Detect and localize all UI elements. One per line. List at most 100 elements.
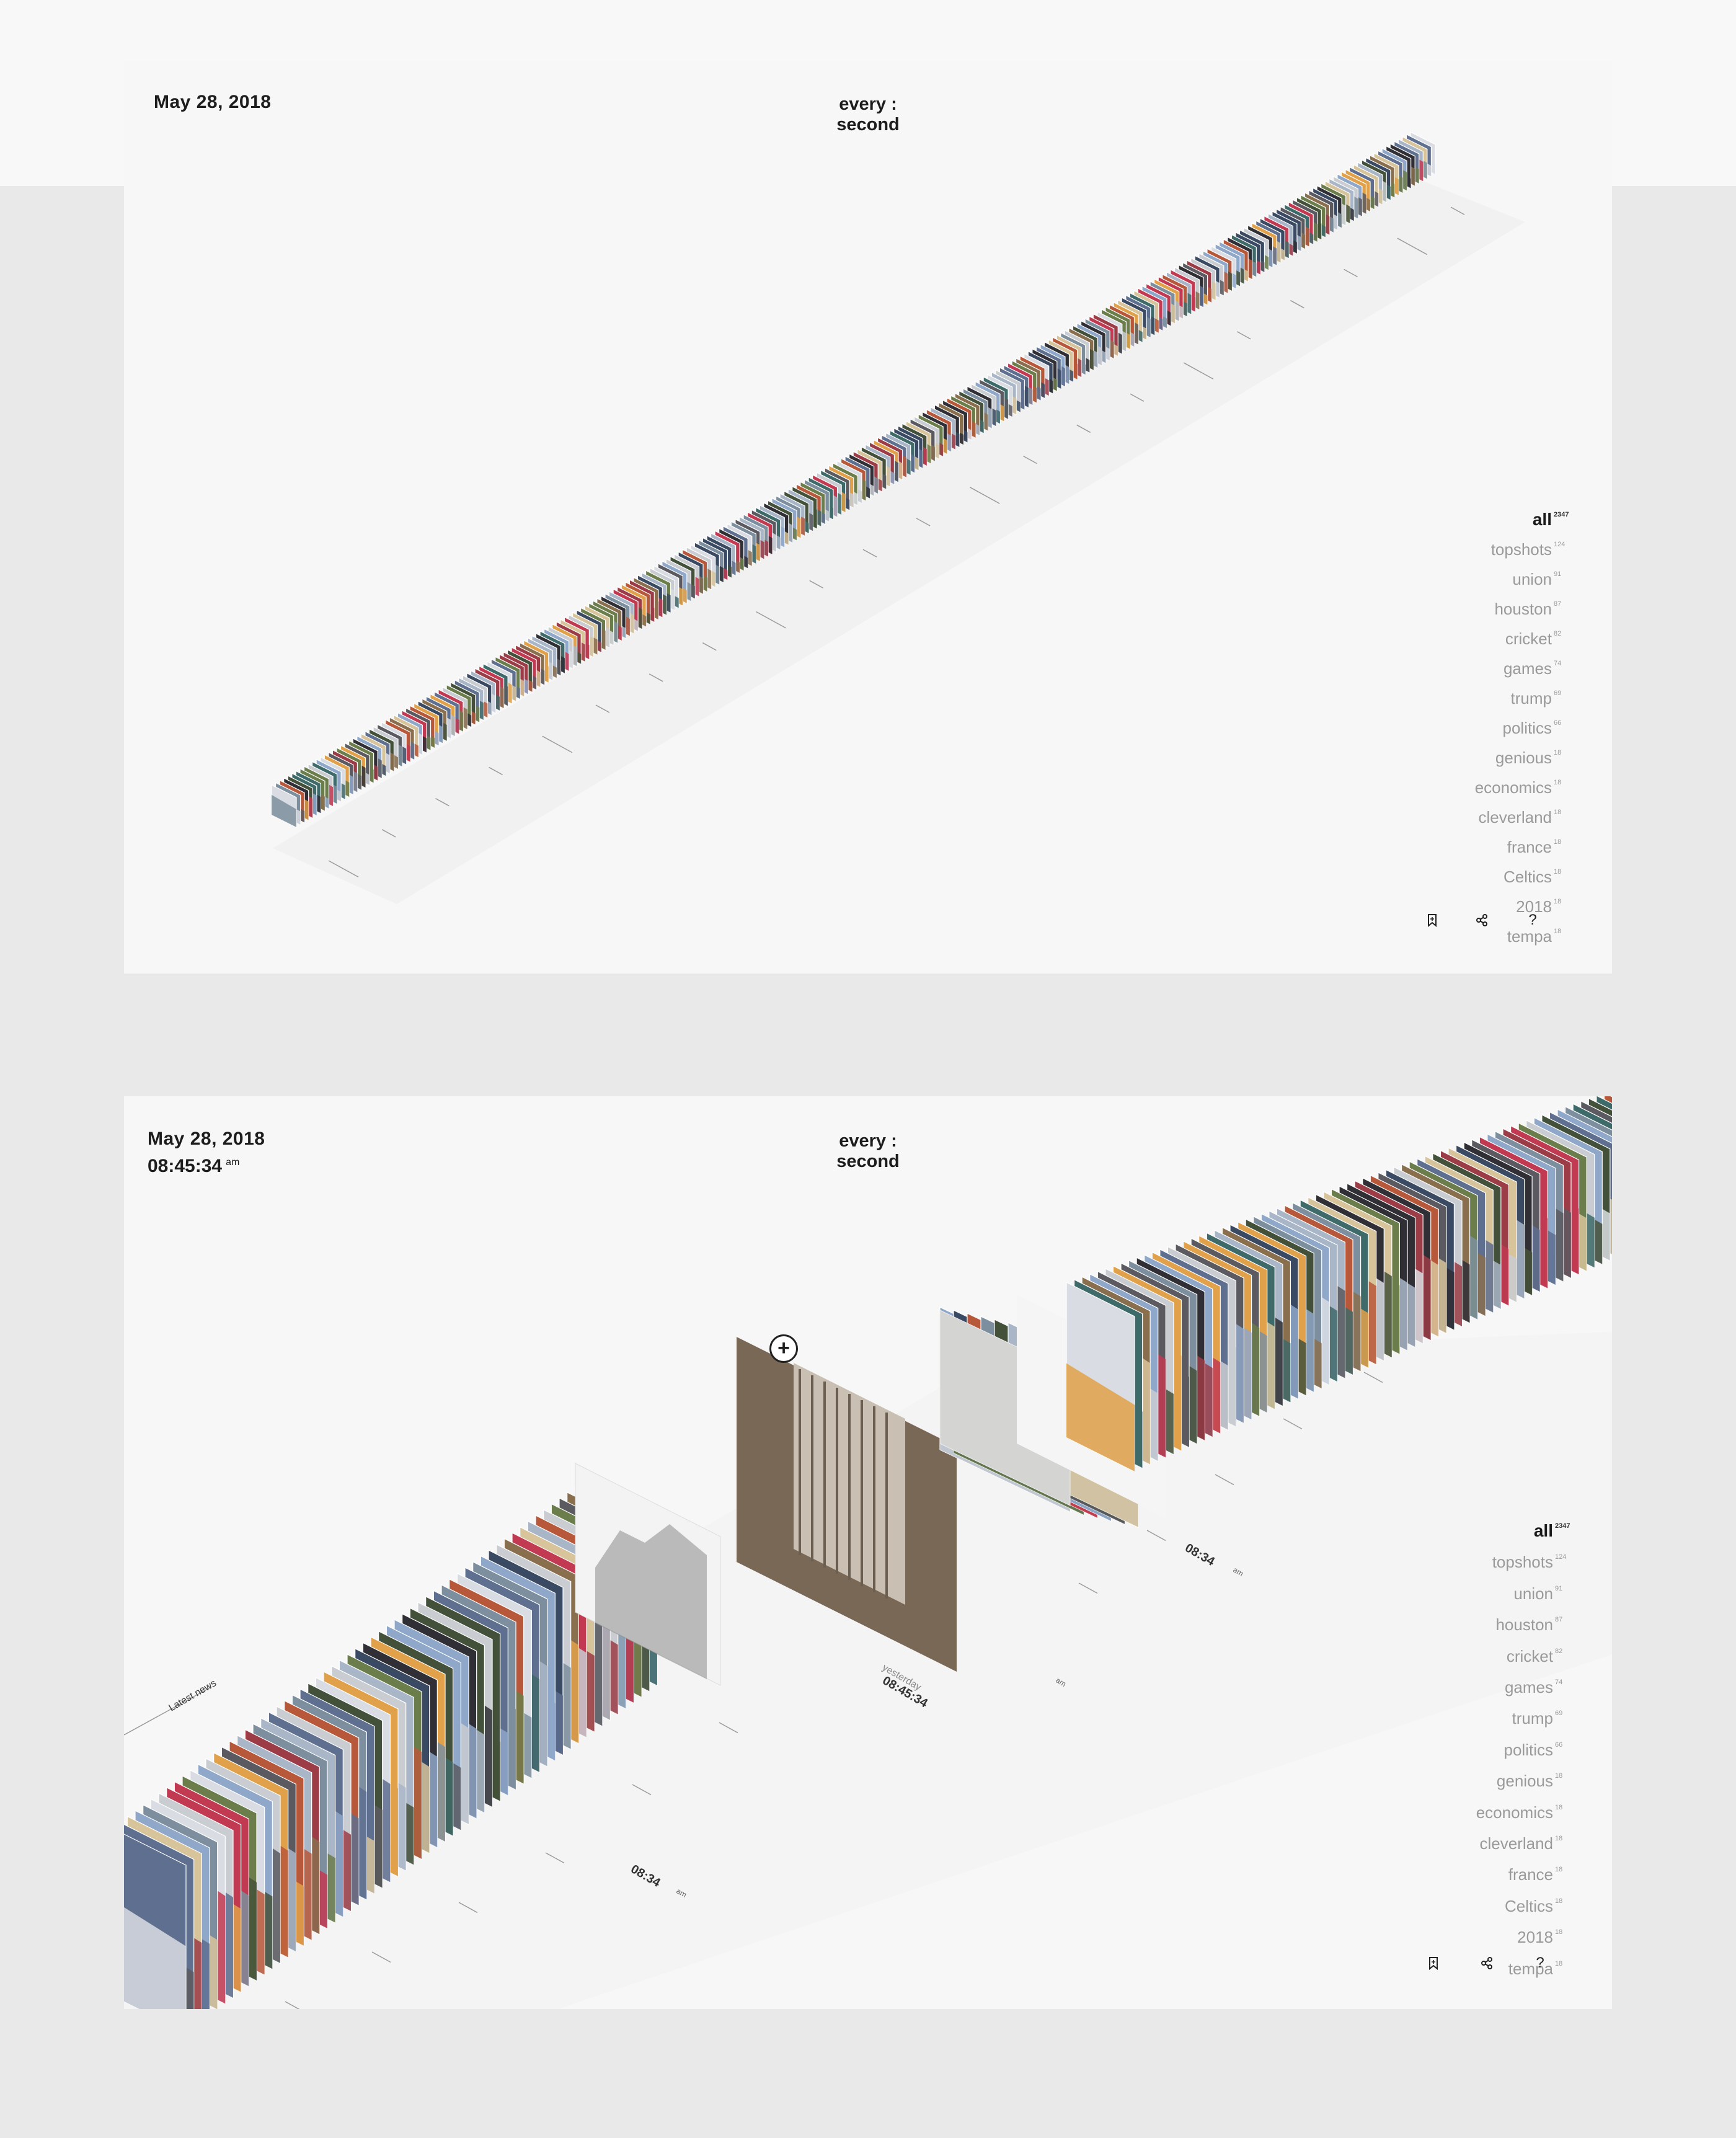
tag-label: politics [1504, 1740, 1553, 1759]
tag-label: cricket [1505, 629, 1552, 648]
photo-strip [271, 131, 1525, 904]
tag-filter-cricket[interactable]: cricket 82 [1476, 1638, 1570, 1669]
tag-label: cleverland [1479, 1834, 1553, 1853]
tag-count: 69 [1555, 1710, 1563, 1718]
tag-label: topshots [1492, 1553, 1553, 1572]
tag-filter-houston[interactable]: houston 87 [1475, 592, 1569, 621]
help-button[interactable]: ? [1528, 1951, 1552, 1976]
tag-filter-france[interactable]: france 18 [1476, 1856, 1570, 1887]
tag-label: cricket [1506, 1646, 1553, 1666]
time-value: 08:45:34 [148, 1156, 223, 1176]
tag-filter-2018[interactable]: 2018 18 [1476, 1919, 1570, 1950]
tag-count: 18 [1555, 1866, 1563, 1874]
tag-filter-union[interactable]: union 91 [1475, 562, 1569, 592]
bookmark-button[interactable] [1420, 908, 1445, 933]
tag-filter-games[interactable]: games 74 [1476, 1669, 1570, 1700]
tag-filter-trump[interactable]: trump 69 [1476, 1700, 1570, 1731]
tag-filter-list: all 2347 topshots 124 union 91 houston 87 cr… [1475, 502, 1569, 949]
tag-label: france [1508, 1865, 1553, 1884]
tag-count: 91 [1554, 570, 1562, 578]
tag-label: all [1532, 510, 1552, 529]
strip-shadow [273, 172, 1525, 904]
tag-count: 18 [1555, 1803, 1563, 1811]
tag-filter-celtics[interactable]: Celtics 18 [1476, 1888, 1570, 1919]
tag-filter-genious[interactable]: genious 18 [1476, 1763, 1570, 1794]
toolbar: ? [1420, 908, 1569, 933]
tag-label: trump [1512, 1709, 1553, 1728]
tag-label: union [1512, 570, 1552, 588]
tag-label: trump [1510, 689, 1552, 707]
tag-filter-houston[interactable]: houston 87 [1476, 1607, 1570, 1638]
tag-filter-genious[interactable]: genious 18 [1475, 740, 1569, 770]
tag-filter-politics[interactable]: politics 66 [1475, 711, 1569, 740]
tag-label: 2018 [1517, 1928, 1553, 1947]
zoom-in-button[interactable]: + [769, 1334, 798, 1363]
tag-label: union [1513, 1584, 1553, 1603]
interval-mode-selector[interactable]: every : second [806, 1131, 930, 1172]
date-label: May 28, 2018 [148, 1129, 265, 1149]
tag-label: houston [1495, 1615, 1553, 1635]
latest-news-label: Latest news [167, 1678, 218, 1713]
share-icon [1481, 1957, 1492, 1969]
tag-filter-celtics[interactable]: Celtics 18 [1475, 859, 1569, 889]
tag-count: 74 [1555, 1679, 1563, 1687]
time-label: 08:45:34 am [148, 1156, 239, 1177]
tag-count: 18 [1555, 1897, 1563, 1905]
help-button[interactable]: ? [1520, 908, 1545, 933]
tag-count: 2347 [1555, 1522, 1570, 1530]
share-button[interactable] [1469, 908, 1494, 933]
tag-count: 18 [1554, 779, 1562, 786]
photo-timeline-overview[interactable] [124, 61, 1612, 974]
tag-filter-union[interactable]: union 91 [1476, 1576, 1570, 1607]
tag-filter-politics[interactable]: politics 66 [1476, 1732, 1570, 1763]
tag-count: 87 [1554, 600, 1562, 608]
photo-strip-zoomed: Latest newsyesterday08:45:34 am08:34am08:… [124, 1096, 1612, 2009]
tag-label: economics [1476, 1803, 1553, 1822]
bookmark-icon [1428, 914, 1437, 927]
tag-count: 91 [1555, 1584, 1563, 1592]
time-ampm: am [226, 1157, 240, 1168]
tag-label: all [1533, 1521, 1553, 1540]
tag-count: 66 [1555, 1741, 1563, 1749]
tag-filter-all[interactable]: all 2347 [1476, 1513, 1570, 1544]
timeline-zoomed-panel: Latest news yesterday 08:45:34 am 08:34 am 08:… [124, 1096, 1612, 2009]
photo-timeline-zoomed[interactable]: Latest newsyesterday08:45:34 am08:34am08:… [124, 1096, 1612, 2009]
share-icon [1476, 914, 1487, 926]
date-label: May 28, 2018 [154, 92, 272, 112]
tag-filter-economics[interactable]: economics 18 [1475, 770, 1569, 800]
tag-filter-all[interactable]: all 2347 [1475, 502, 1569, 532]
tag-label: Celtics [1503, 867, 1552, 886]
share-button[interactable] [1474, 1951, 1499, 1976]
tag-label: houston [1494, 600, 1552, 618]
tag-count: 87 [1555, 1616, 1563, 1624]
interval-mode-selector[interactable]: every : second [806, 94, 930, 135]
tag-filter-cricket[interactable]: cricket 82 [1475, 621, 1569, 651]
tag-count: 66 [1554, 719, 1562, 727]
tag-count: 18 [1554, 749, 1562, 756]
tag-filter-economics[interactable]: economics 18 [1476, 1794, 1570, 1825]
tag-count: 69 [1554, 690, 1562, 697]
tag-filter-topshots[interactable]: topshots 124 [1475, 532, 1569, 562]
tag-label: games [1503, 659, 1552, 678]
tag-count: 18 [1554, 838, 1562, 846]
tag-count: 18 [1555, 1928, 1563, 1936]
tag-filter-france[interactable]: france 18 [1475, 830, 1569, 859]
tag-label: Celtics [1504, 1896, 1553, 1915]
tag-filter-cleverland[interactable]: cleverland 18 [1476, 1825, 1570, 1856]
tag-count: 124 [1555, 1553, 1567, 1561]
tag-count: 18 [1554, 809, 1562, 816]
tag-filter-games[interactable]: games 74 [1475, 651, 1569, 681]
tag-count: 18 [1554, 868, 1562, 876]
tag-label: politics [1502, 719, 1552, 737]
tag-filter-list: all 2347 topshots 124 union 91 houston 87 cr… [1476, 1513, 1570, 1982]
tag-label: economics [1474, 778, 1552, 797]
tag-count: 82 [1554, 630, 1562, 637]
bookmark-button[interactable] [1421, 1951, 1446, 1976]
tag-filter-topshots[interactable]: topshots 124 [1476, 1544, 1570, 1575]
tag-filter-cleverland[interactable]: cleverland 18 [1475, 800, 1569, 830]
toolbar: ? [1421, 1951, 1577, 1976]
tag-label: topshots [1490, 540, 1552, 559]
tag-count: 74 [1554, 660, 1562, 667]
tag-filter-trump[interactable]: trump 69 [1475, 681, 1569, 711]
bookmark-icon [1429, 1957, 1438, 1970]
